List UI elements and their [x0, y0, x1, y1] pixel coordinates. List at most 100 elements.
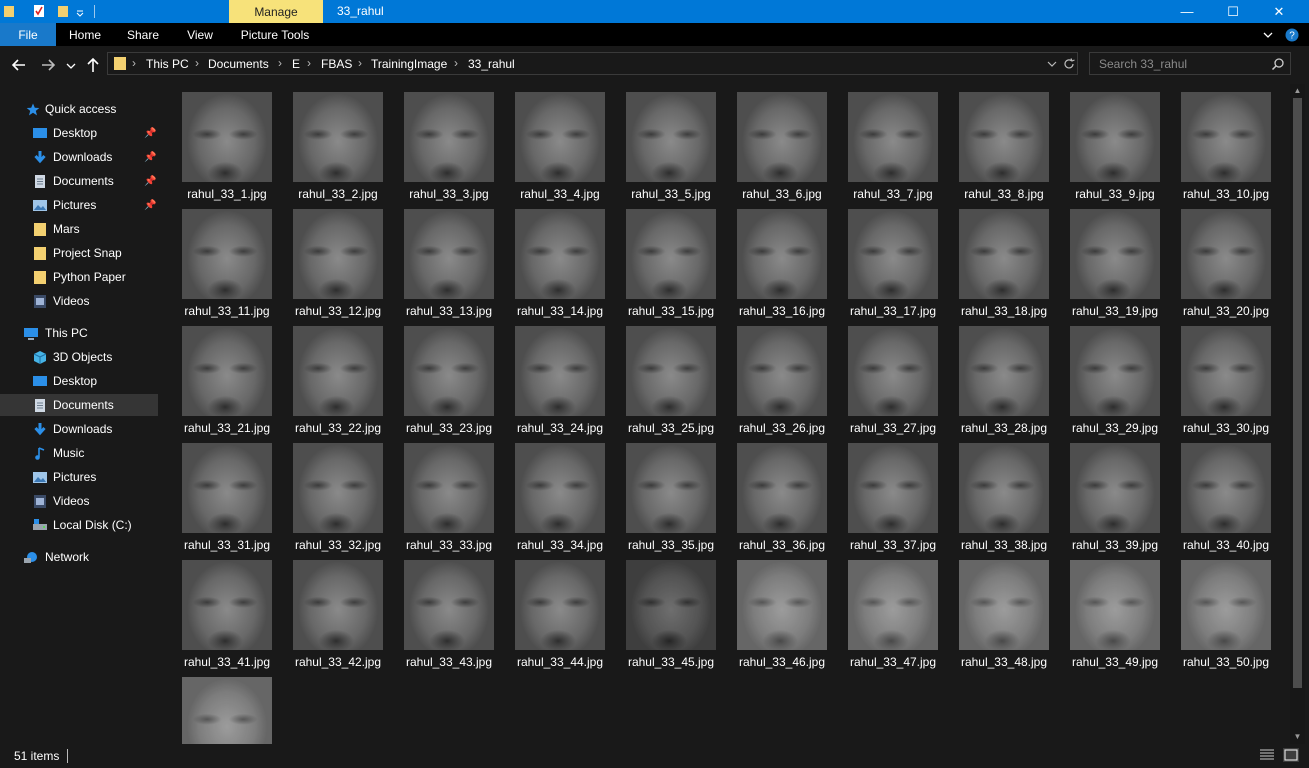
scroll-down-icon[interactable]: ▼ — [1290, 732, 1305, 741]
image-thumbnail[interactable] — [404, 443, 494, 533]
file-tile[interactable]: rahul_33_19.jpg — [1060, 209, 1160, 324]
file-tile[interactable]: rahul_33_51.jpg — [172, 677, 272, 744]
image-thumbnail[interactable] — [737, 209, 827, 299]
tab-manage[interactable]: Manage — [229, 0, 323, 23]
refresh-icon[interactable] — [1062, 57, 1076, 71]
image-thumbnail[interactable] — [515, 560, 605, 650]
nav-item-music[interactable]: Music — [0, 442, 158, 464]
tab-view[interactable]: View — [174, 23, 226, 46]
file-tile[interactable]: rahul_33_42.jpg — [283, 560, 383, 675]
nav-item-mars[interactable]: Mars — [0, 218, 158, 240]
recent-locations-icon[interactable] — [64, 55, 78, 75]
image-thumbnail[interactable] — [1181, 209, 1271, 299]
file-tile[interactable]: rahul_33_39.jpg — [1060, 443, 1160, 558]
image-thumbnail[interactable] — [293, 560, 383, 650]
file-tile[interactable]: rahul_33_44.jpg — [505, 560, 605, 675]
file-tile[interactable]: rahul_33_50.jpg — [1171, 560, 1271, 675]
breadcrumb-e[interactable]: E — [292, 57, 300, 71]
tab-home[interactable]: Home — [58, 23, 112, 46]
nav-this-pc[interactable]: This PC — [0, 322, 158, 344]
image-thumbnail[interactable] — [293, 92, 383, 182]
tab-picture-tools[interactable]: Picture Tools — [232, 23, 318, 46]
expand-ribbon-icon[interactable] — [1262, 29, 1274, 41]
file-tile[interactable]: rahul_33_28.jpg — [949, 326, 1049, 441]
file-tile[interactable]: rahul_33_49.jpg — [1060, 560, 1160, 675]
file-tile[interactable]: rahul_33_47.jpg — [838, 560, 938, 675]
file-tile[interactable]: rahul_33_12.jpg — [283, 209, 383, 324]
image-thumbnail[interactable] — [182, 326, 272, 416]
image-thumbnail[interactable] — [848, 92, 938, 182]
minimize-button[interactable]: — — [1164, 0, 1210, 23]
file-tile[interactable]: rahul_33_5.jpg — [616, 92, 716, 207]
nav-item-3d-objects[interactable]: 3D Objects — [0, 346, 158, 368]
image-thumbnail[interactable] — [626, 92, 716, 182]
image-thumbnail[interactable] — [626, 209, 716, 299]
file-tile[interactable]: rahul_33_36.jpg — [727, 443, 827, 558]
image-thumbnail[interactable] — [1181, 443, 1271, 533]
image-thumbnail[interactable] — [182, 209, 272, 299]
file-tile[interactable]: rahul_33_22.jpg — [283, 326, 383, 441]
image-thumbnail[interactable] — [737, 92, 827, 182]
image-thumbnail[interactable] — [737, 560, 827, 650]
customize-toolbar-icon[interactable] — [75, 4, 85, 18]
file-tile[interactable]: rahul_33_45.jpg — [616, 560, 716, 675]
search-input[interactable]: Search 33_rahul — [1089, 52, 1291, 75]
file-tile[interactable]: rahul_33_20.jpg — [1171, 209, 1271, 324]
file-tile[interactable]: rahul_33_6.jpg — [727, 92, 827, 207]
file-tile[interactable]: rahul_33_34.jpg — [505, 443, 605, 558]
image-thumbnail[interactable] — [515, 443, 605, 533]
image-thumbnail[interactable] — [959, 92, 1049, 182]
nav-item-pictures[interactable]: Pictures — [0, 466, 158, 488]
file-tile[interactable]: rahul_33_11.jpg — [172, 209, 272, 324]
file-tile[interactable]: rahul_33_21.jpg — [172, 326, 272, 441]
image-thumbnail[interactable] — [626, 443, 716, 533]
image-thumbnail[interactable] — [1070, 560, 1160, 650]
file-tile[interactable]: rahul_33_16.jpg — [727, 209, 827, 324]
nav-item-downloads[interactable]: Downloads 📌 — [0, 146, 158, 168]
nav-item-documents-selected[interactable]: Documents — [0, 394, 158, 416]
nav-item-videos[interactable]: Videos — [0, 490, 158, 512]
chevron-down-icon[interactable] — [1046, 59, 1058, 69]
image-thumbnail[interactable] — [959, 560, 1049, 650]
breadcrumb-33-rahul[interactable]: 33_rahul — [468, 57, 515, 71]
image-thumbnail[interactable] — [959, 209, 1049, 299]
help-icon[interactable]: ? — [1284, 27, 1300, 43]
image-thumbnail[interactable] — [959, 443, 1049, 533]
tab-share[interactable]: Share — [116, 23, 170, 46]
nav-quick-access[interactable]: Quick access — [0, 98, 158, 120]
vertical-scrollbar[interactable]: ▲ ▼ — [1290, 84, 1305, 744]
nav-item-python-paper[interactable]: Python Paper — [0, 266, 158, 288]
details-view-icon[interactable] — [1259, 748, 1275, 762]
up-arrow-icon[interactable] — [83, 55, 103, 75]
file-tile[interactable]: rahul_33_41.jpg — [172, 560, 272, 675]
file-tile[interactable]: rahul_33_31.jpg — [172, 443, 272, 558]
breadcrumb-fbas[interactable]: FBAS — [321, 57, 352, 71]
image-thumbnail[interactable] — [737, 326, 827, 416]
image-thumbnail[interactable] — [293, 209, 383, 299]
file-tile[interactable]: rahul_33_32.jpg — [283, 443, 383, 558]
nav-network[interactable]: Network — [0, 546, 158, 568]
file-tile[interactable]: rahul_33_30.jpg — [1171, 326, 1271, 441]
maximize-button[interactable]: ☐ — [1210, 0, 1256, 23]
image-thumbnail[interactable] — [1181, 560, 1271, 650]
tab-file[interactable]: File — [0, 23, 56, 46]
image-thumbnail[interactable] — [626, 326, 716, 416]
image-thumbnail[interactable] — [1181, 326, 1271, 416]
breadcrumb-documents[interactable]: Documents — [208, 57, 269, 71]
search-icon[interactable] — [1271, 57, 1285, 71]
file-tile[interactable]: rahul_33_25.jpg — [616, 326, 716, 441]
forward-arrow-icon[interactable] — [38, 55, 58, 75]
image-thumbnail[interactable] — [848, 209, 938, 299]
file-tile[interactable]: rahul_33_13.jpg — [394, 209, 494, 324]
image-thumbnail[interactable] — [182, 443, 272, 533]
nav-item-desktop[interactable]: Desktop — [0, 370, 158, 392]
image-thumbnail[interactable] — [848, 443, 938, 533]
breadcrumb-this-pc[interactable]: This PC — [146, 57, 189, 71]
file-tile[interactable]: rahul_33_24.jpg — [505, 326, 605, 441]
image-thumbnail[interactable] — [515, 92, 605, 182]
breadcrumb-trainingimage[interactable]: TrainingImage — [371, 57, 447, 71]
file-tile[interactable]: rahul_33_27.jpg — [838, 326, 938, 441]
nav-item-local-disk[interactable]: Local Disk (C:) — [0, 514, 158, 536]
image-thumbnail[interactable] — [515, 209, 605, 299]
image-thumbnail[interactable] — [515, 326, 605, 416]
